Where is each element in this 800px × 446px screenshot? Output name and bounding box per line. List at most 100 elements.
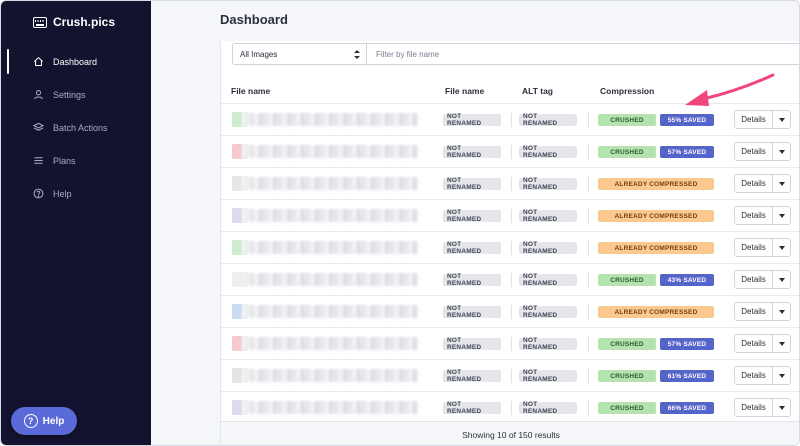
details-button[interactable]: Details — [734, 110, 773, 129]
row-actions-dropdown-button[interactable] — [772, 174, 791, 193]
image-thumbnail[interactable] — [232, 208, 248, 223]
compression-status-badge: CRUSHED — [598, 114, 656, 126]
file-name-status-badge: NOT RENAMED — [443, 113, 501, 127]
image-type-select[interactable]: All Images — [232, 43, 367, 65]
savings-badge: 57% SAVED — [660, 146, 714, 158]
sidebar-item-label: Help — [53, 188, 72, 199]
column-header-file-name-status: File name — [445, 86, 485, 96]
image-thumbnail[interactable] — [232, 272, 248, 287]
alt-tag-status-badge: NOT RENAMED — [519, 145, 577, 159]
file-name-redacted — [248, 273, 418, 286]
column-divider — [511, 145, 512, 159]
page-title: Dashboard — [220, 12, 288, 27]
help-chat-label: Help — [42, 415, 65, 427]
sidebar-item-label: Batch Actions — [53, 122, 108, 133]
file-name-status-badge: NOT RENAMED — [443, 305, 501, 319]
row-actions-dropdown-button[interactable] — [772, 206, 791, 225]
alt-tag-status-badge: NOT RENAMED — [519, 401, 577, 415]
file-name-filter-input[interactable] — [367, 43, 799, 65]
details-button[interactable]: Details — [734, 174, 773, 193]
details-button[interactable]: Details — [734, 302, 773, 321]
file-name-redacted — [248, 305, 418, 318]
alt-tag-status-badge: NOT RENAMED — [519, 209, 577, 223]
question-icon: ? — [23, 414, 38, 428]
image-thumbnail[interactable] — [232, 240, 248, 255]
details-button[interactable]: Details — [734, 366, 773, 385]
sidebar-item-help[interactable]: Help — [1, 177, 151, 210]
file-name-status-badge: NOT RENAMED — [443, 241, 501, 255]
compression-status-badge: CRUSHED — [598, 274, 656, 286]
sidebar-item-plans[interactable]: Plans — [1, 144, 151, 177]
compression-status-badge: ALREADY COMPRESSED — [598, 306, 714, 318]
column-divider — [588, 369, 589, 383]
details-button[interactable]: Details — [734, 334, 773, 353]
compression-status-badge: CRUSHED — [598, 146, 656, 158]
help-circle-icon — [33, 188, 44, 199]
savings-badge: 57% SAVED — [660, 338, 714, 350]
sidebar-item-label: Plans — [53, 155, 76, 166]
table-row: NOT RENAMED NOT RENAMED CRUSHED 66% SAVED De… — [221, 391, 799, 423]
alt-tag-status-badge: NOT RENAMED — [519, 113, 577, 127]
sidebar-item-settings[interactable]: Settings — [1, 78, 151, 111]
table-row: NOT RENAMED NOT RENAMED CRUSHED 43% SAVED De… — [221, 263, 799, 295]
row-actions-dropdown-button[interactable] — [772, 270, 791, 289]
file-name-redacted — [248, 177, 418, 190]
image-thumbnail[interactable] — [232, 144, 248, 159]
table-row: NOT RENAMED NOT RENAMED ALREADY COMPRESSED… — [221, 295, 799, 327]
details-button[interactable]: Details — [734, 142, 773, 161]
image-thumbnail[interactable] — [232, 368, 248, 383]
table-row: NOT RENAMED NOT RENAMED ALREADY COMPRESSED… — [221, 199, 799, 231]
image-thumbnail[interactable] — [232, 112, 248, 127]
home-icon — [33, 56, 44, 67]
image-thumbnail[interactable] — [232, 176, 248, 191]
brand-name: Crush.pics — [53, 15, 116, 29]
column-divider — [588, 113, 589, 127]
details-button[interactable]: Details — [734, 206, 773, 225]
column-divider — [588, 273, 589, 287]
alt-tag-status-badge: NOT RENAMED — [519, 337, 577, 351]
savings-badge: 66% SAVED — [660, 402, 714, 414]
row-actions-dropdown-button[interactable] — [772, 110, 791, 129]
column-divider — [511, 177, 512, 191]
alt-tag-status-badge: NOT RENAMED — [519, 369, 577, 383]
savings-badge: 55% SAVED — [660, 114, 714, 126]
details-button[interactable]: Details — [734, 270, 773, 289]
sidebar-item-batch-actions[interactable]: Batch Actions — [1, 111, 151, 144]
select-caret-icon — [354, 49, 360, 60]
table-row: NOT RENAMED NOT RENAMED ALREADY COMPRESSED… — [221, 167, 799, 199]
row-actions-dropdown-button[interactable] — [772, 142, 791, 161]
row-actions-dropdown-button[interactable] — [772, 302, 791, 321]
alt-tag-status-badge: NOT RENAMED — [519, 305, 577, 319]
image-thumbnail[interactable] — [232, 304, 248, 319]
row-actions-dropdown-button[interactable] — [772, 238, 791, 257]
image-thumbnail[interactable] — [232, 336, 248, 351]
file-name-redacted — [248, 145, 418, 158]
details-button[interactable]: Details — [734, 398, 773, 417]
column-divider — [511, 369, 512, 383]
column-divider — [511, 273, 512, 287]
table-row: NOT RENAMED NOT RENAMED CRUSHED 57% SAVED De… — [221, 135, 799, 167]
file-name-status-badge: NOT RENAMED — [443, 273, 501, 287]
table-row: NOT RENAMED NOT RENAMED CRUSHED 61% SAVED De… — [221, 359, 799, 391]
savings-badge: 61% SAVED — [660, 370, 714, 382]
compression-status-badge: ALREADY COMPRESSED — [598, 178, 714, 190]
file-name-status-badge: NOT RENAMED — [443, 177, 501, 191]
column-divider — [511, 241, 512, 255]
crush-logo-icon — [33, 16, 47, 28]
brand[interactable]: Crush.pics — [33, 13, 115, 31]
column-header-file-name: File name — [231, 86, 271, 96]
pagination-summary: Showing 10 of 150 results — [221, 421, 799, 445]
details-button[interactable]: Details — [734, 238, 773, 257]
sidebar-item-dashboard[interactable]: Dashboard — [1, 45, 151, 78]
row-actions-dropdown-button[interactable] — [772, 366, 791, 385]
table-row: NOT RENAMED NOT RENAMED ALREADY COMPRESSED… — [221, 231, 799, 263]
row-actions-dropdown-button[interactable] — [772, 334, 791, 353]
compression-status-badge: CRUSHED — [598, 402, 656, 414]
column-header-compression: Compression — [600, 86, 655, 96]
row-actions-dropdown-button[interactable] — [772, 398, 791, 417]
image-thumbnail[interactable] — [232, 400, 248, 415]
column-divider — [588, 241, 589, 255]
file-name-redacted — [248, 401, 418, 414]
help-chat-button[interactable]: ? Help — [11, 407, 77, 435]
savings-badge: 43% SAVED — [660, 274, 714, 286]
